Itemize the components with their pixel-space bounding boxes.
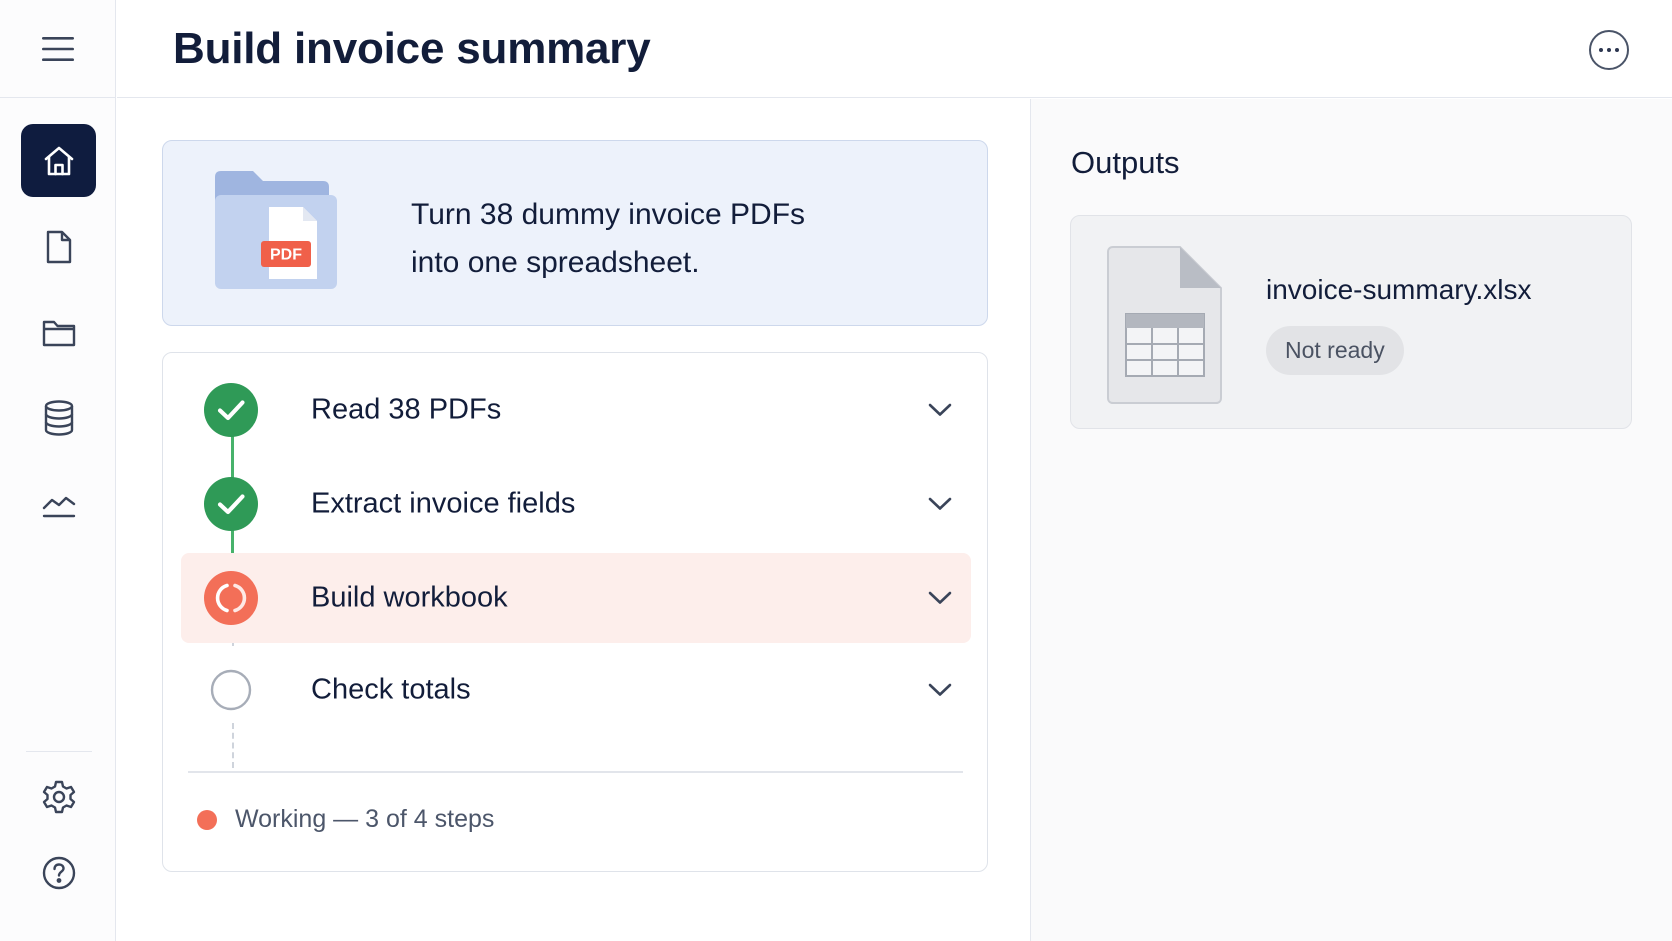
step-label: Build workbook <box>311 581 508 614</box>
outputs-panel: Outputs invoice-summary.xlsx Not ready <box>1030 99 1672 941</box>
step-label: Check totals <box>311 673 471 706</box>
chevron-down-icon[interactable] <box>927 496 953 512</box>
status-text: Working — 3 of 4 steps <box>235 805 495 833</box>
file-name: invoice-summary.xlsx <box>1266 274 1532 305</box>
document-icon <box>46 230 71 263</box>
chevron-down-icon[interactable] <box>927 682 953 698</box>
spreadsheet-file-icon <box>1107 246 1222 404</box>
sidebar-item-home[interactable] <box>21 124 96 197</box>
pdf-folder-icon: PDF <box>215 171 337 289</box>
help-icon <box>42 856 75 889</box>
hamburger-icon <box>41 36 74 61</box>
database-icon <box>44 399 73 436</box>
status-dot-icon <box>197 809 217 830</box>
pdf-badge-label: PDF <box>270 247 302 264</box>
more-options-button[interactable] <box>1589 30 1629 70</box>
steps-card: Read 38 PDFs Extract invoice fields Buil… <box>162 352 988 872</box>
steps-divider <box>188 771 963 773</box>
task-description-line-1: Turn 38 dummy invoice PDFs <box>411 198 806 231</box>
output-file-card[interactable]: invoice-summary.xlsx Not ready <box>1070 215 1632 429</box>
sidebar-item-documents[interactable] <box>21 210 96 283</box>
sidebar-item-files[interactable] <box>21 296 96 369</box>
home-icon <box>44 146 73 175</box>
settings-icon <box>42 780 75 813</box>
sidebar-item-analytics[interactable] <box>21 467 96 540</box>
more-dot-icon <box>1607 48 1611 52</box>
task-description: Turn 38 dummy invoice PDFs into one spre… <box>411 191 805 287</box>
status-badge: Not ready <box>1266 326 1404 375</box>
task-description-line-2: into one spreadsheet. <box>411 246 700 279</box>
chevron-down-icon[interactable] <box>927 590 953 606</box>
step-read-pdfs[interactable]: Read 38 PDFs <box>181 365 971 455</box>
menu-button[interactable] <box>36 27 80 71</box>
step-label: Extract invoice fields <box>311 487 576 520</box>
sidebar-header <box>0 0 115 98</box>
sidebar-divider <box>26 751 92 752</box>
chevron-down-icon[interactable] <box>927 402 953 418</box>
sidebar <box>0 0 116 941</box>
progress-status: Working — 3 of 4 steps <box>197 805 494 834</box>
page-title: Build invoice summary <box>173 24 651 73</box>
app-window: Build invoice summary PDF Turn 38 dummy … <box>0 0 1672 941</box>
spinner-icon <box>204 571 258 625</box>
folder-icon <box>42 320 75 346</box>
pending-circle-icon <box>210 669 252 711</box>
outputs-title: Outputs <box>1071 145 1180 180</box>
step-extract-fields[interactable]: Extract invoice fields <box>181 459 971 549</box>
task-card: PDF Turn 38 dummy invoice PDFs into one … <box>162 140 988 326</box>
check-circle-icon <box>204 383 258 437</box>
check-circle-icon <box>204 477 258 531</box>
more-dot-icon <box>1615 48 1619 52</box>
step-label: Read 38 PDFs <box>311 393 502 426</box>
page-header: Build invoice summary <box>117 0 1672 98</box>
more-dot-icon <box>1599 48 1603 52</box>
sidebar-item-data[interactable] <box>21 381 96 454</box>
sidebar-item-help[interactable] <box>21 836 96 909</box>
step-check-totals[interactable]: Check totals <box>181 645 971 735</box>
step-build-workbook[interactable]: Build workbook <box>181 553 971 643</box>
analytics-icon <box>42 496 75 517</box>
sidebar-item-settings[interactable] <box>21 760 96 833</box>
